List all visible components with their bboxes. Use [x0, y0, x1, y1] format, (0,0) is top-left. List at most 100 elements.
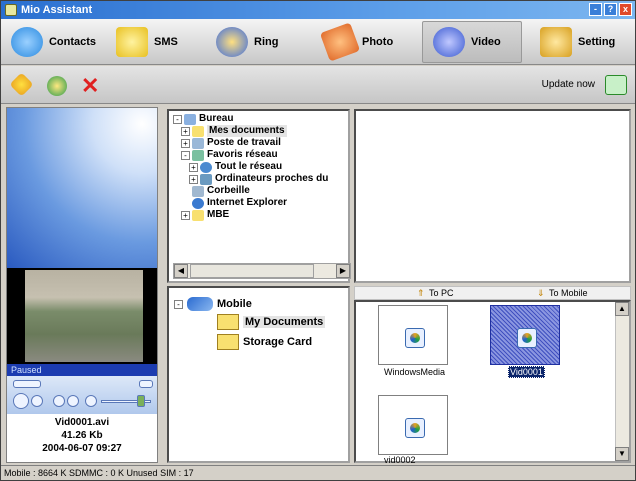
vertical-scrollbar[interactable]: ▲ ▼	[615, 302, 629, 461]
stop-button[interactable]	[31, 395, 43, 407]
add-video-icon[interactable]	[9, 72, 34, 97]
media-player-panel: Paused Vid0001.avi 41.26 Kb 2004-06-07 0…	[6, 107, 158, 463]
file-thumbnail[interactable]	[378, 395, 448, 455]
folder-icon	[192, 209, 204, 221]
volume-icon[interactable]	[85, 395, 97, 407]
tree-label: Poste de travail	[207, 137, 281, 148]
file-thumbnail-selected[interactable]	[490, 305, 560, 365]
refresh-icon[interactable]	[605, 75, 627, 95]
player-controls	[7, 376, 157, 414]
tree-item-storage-card[interactable]: Storage Card	[217, 333, 312, 351]
expand-icon[interactable]: +	[189, 162, 198, 172]
tree-item-mobile[interactable]: - Mobile	[174, 295, 252, 313]
scroll-right-button[interactable]: ▶	[336, 264, 350, 278]
edit-video-icon[interactable]	[47, 76, 67, 96]
tree-item-internet-explorer[interactable]: Internet Explorer	[173, 197, 328, 209]
computer-icon	[192, 137, 204, 149]
expand-icon[interactable]: +	[181, 126, 190, 136]
tree-label: Internet Explorer	[207, 197, 288, 208]
computers-icon	[200, 173, 212, 185]
tab-label: Ring	[254, 35, 279, 48]
tree-item-mbe[interactable]: + MBE	[173, 209, 328, 221]
to-pc-button[interactable]: To PC	[429, 288, 454, 298]
tree-label: Bureau	[199, 113, 234, 124]
expand-icon[interactable]: +	[181, 138, 190, 148]
up-arrow-icon[interactable]: ⇑	[417, 288, 425, 299]
tree-label: Corbeille	[207, 185, 250, 196]
pc-folder-tree: - Bureau + Mes documents + Poste de trav…	[167, 109, 351, 283]
tree-label: Mobile	[217, 298, 252, 310]
video-frame	[25, 270, 143, 362]
tab-label: Setting	[578, 35, 616, 48]
tab-label: Contacts	[48, 35, 96, 48]
sms-icon	[116, 26, 148, 57]
to-mobile-button[interactable]: To Mobile	[549, 288, 588, 298]
status-bar: Mobile : 8664 K SDMMC : 0 K Unused SIM :…	[1, 465, 635, 480]
delete-icon[interactable]: ✕	[81, 75, 101, 97]
tab-contacts[interactable]: Contacts	[1, 21, 106, 63]
seek-bar[interactable]	[13, 380, 41, 388]
tab-sms[interactable]: SMS	[106, 21, 206, 63]
tab-label: Video	[471, 35, 501, 48]
tree-item-tout-le-reseau[interactable]: + Tout le réseau	[173, 161, 328, 173]
minimize-button[interactable]: -	[589, 3, 602, 16]
tree-item-poste-de-travail[interactable]: + Poste de travail	[173, 137, 328, 149]
setting-icon	[540, 26, 572, 57]
file-thumbnail[interactable]	[378, 305, 448, 365]
tree-label: MBE	[207, 209, 230, 220]
down-arrow-icon[interactable]: ⇓	[537, 288, 545, 299]
pc-file-list[interactable]	[354, 109, 631, 283]
update-now-link[interactable]: Update now	[542, 79, 595, 90]
video-icon	[433, 26, 465, 57]
volume-slider-handle[interactable]	[137, 395, 145, 407]
file-info: Vid0001.avi 41.26 Kb 2004-06-07 09:27	[7, 414, 157, 462]
tree-item-mes-documents[interactable]: + Mes documents	[173, 125, 328, 137]
transfer-bar: ⇑ To PC ⇓ To Mobile	[354, 286, 631, 300]
player-artwork	[7, 108, 157, 268]
file-name-label[interactable]: Vid0001	[508, 366, 545, 378]
internet-explorer-icon	[192, 197, 204, 209]
mobile-file-grid: WindowsMedia Vid0001 vid0002 ▲ ▼	[354, 300, 631, 465]
tree-label: Storage Card	[243, 336, 313, 348]
tree-item-bureau[interactable]: - Bureau	[173, 113, 328, 125]
horizontal-scrollbar[interactable]: ◀ ▶	[173, 263, 351, 279]
pc-tree: - Bureau + Mes documents + Poste de trav…	[173, 113, 328, 221]
desktop-icon	[184, 113, 196, 125]
scroll-up-button[interactable]: ▲	[615, 302, 629, 316]
play-button[interactable]	[13, 393, 29, 409]
tree-item-ordinateurs-proches[interactable]: + Ordinateurs proches du	[173, 173, 328, 185]
help-button[interactable]: ?	[604, 3, 617, 16]
title-bar: Mio Assistant - ? x	[1, 1, 635, 19]
collapse-icon[interactable]: -	[173, 114, 182, 124]
scroll-left-button[interactable]: ◀	[174, 264, 188, 278]
tab-photo[interactable]: Photo	[314, 21, 414, 63]
tree-label: Tout le réseau	[215, 161, 283, 172]
windows-media-icon	[517, 328, 537, 348]
tree-label: My Documents	[243, 316, 326, 328]
mobile-device-icon	[187, 297, 213, 311]
collapse-icon[interactable]: -	[174, 299, 183, 309]
tab-video[interactable]: Video	[422, 20, 522, 63]
file-size: 41.26 Kb	[61, 430, 103, 441]
scroll-down-button[interactable]: ▼	[615, 447, 629, 461]
photo-icon	[319, 21, 361, 62]
file-name-label[interactable]: vid0002	[384, 455, 416, 465]
tree-item-favoris-reseau[interactable]: - Favoris réseau	[173, 149, 328, 161]
tree-item-my-documents[interactable]: My Documents	[217, 313, 326, 331]
tree-label: Favoris réseau	[207, 149, 278, 160]
next-button[interactable]	[67, 395, 79, 407]
app-window: Mio Assistant - ? x Contacts SMS Ring Ph…	[0, 0, 636, 481]
tree-item-corbeille[interactable]: Corbeille	[173, 185, 328, 197]
fast-forward-button[interactable]	[139, 380, 153, 388]
tab-setting[interactable]: Setting	[530, 21, 630, 63]
close-button[interactable]: x	[619, 3, 632, 16]
collapse-icon[interactable]: -	[181, 150, 190, 160]
expand-icon[interactable]: +	[189, 174, 198, 184]
tab-ring[interactable]: Ring	[206, 21, 314, 63]
previous-button[interactable]	[53, 395, 65, 407]
app-logo-icon	[5, 4, 17, 16]
contacts-icon	[11, 26, 43, 57]
scrollbar-thumb[interactable]	[190, 264, 314, 278]
file-name-label[interactable]: WindowsMedia	[384, 367, 445, 377]
expand-icon[interactable]: +	[181, 210, 190, 220]
